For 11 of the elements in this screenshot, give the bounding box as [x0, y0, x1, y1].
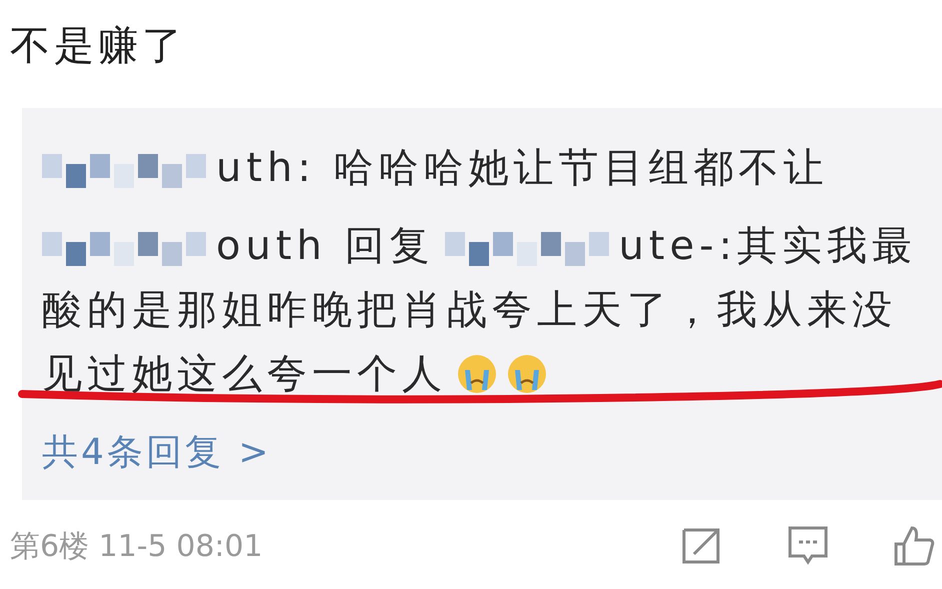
post-text: 不是赚了	[9, 22, 187, 70]
more-replies-link[interactable]: 共4条回复 >	[42, 428, 272, 477]
floor-timestamp: 第6楼 11-5 08:01	[10, 528, 263, 566]
reply-text: 见过她这么夸一个人	[42, 350, 447, 399]
reply-text: uth: 哈哈哈她让节目组都不让	[216, 144, 829, 193]
reply-text: ute-:其实我最	[618, 222, 918, 271]
crying-emoji-icon	[457, 354, 497, 394]
crying-emoji-icon	[507, 354, 547, 394]
like-button[interactable]	[892, 524, 936, 568]
reply-text: 酸的是那姐昨晚把肖战夸上天了，我从来没	[42, 286, 897, 335]
reply-text: outh 回复	[216, 222, 435, 271]
